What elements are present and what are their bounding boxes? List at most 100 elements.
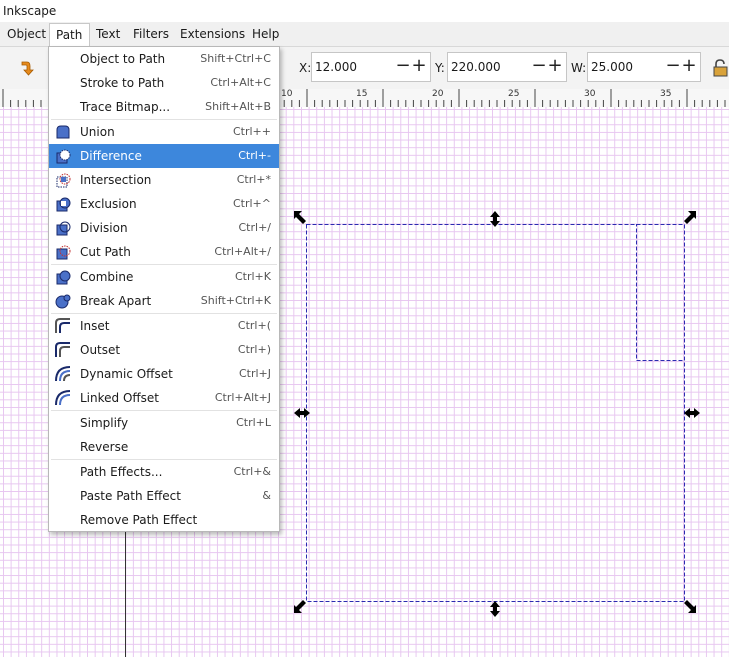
handle-bottom-left[interactable] xyxy=(294,600,306,613)
menu-item-outset[interactable]: Outset Ctrl+) xyxy=(49,338,279,362)
y-spinbox[interactable]: 220.000 − + xyxy=(447,52,567,82)
menu-item-cut-path[interactable]: Cut Path Ctrl+Alt+/ xyxy=(49,240,279,264)
x-label: X: xyxy=(299,61,312,75)
menu-item-stroke-to-path[interactable]: Stroke to Path Ctrl+Alt+C xyxy=(49,71,279,95)
menu-item-linked-offset[interactable]: Linked Offset Ctrl+Alt+J xyxy=(49,386,279,410)
menu-item-shortcut: Ctrl+) xyxy=(237,343,271,356)
ruler-tick-20: 20 xyxy=(432,89,444,99)
menu-item-shortcut: Ctrl+Alt+J xyxy=(214,391,271,404)
w-spinbox[interactable]: 25.000 − + xyxy=(587,52,701,82)
menu-item-shortcut: Ctrl+Alt+C xyxy=(210,76,271,89)
menu-item-shortcut: Ctrl+Alt+/ xyxy=(214,245,271,258)
menu-item-shortcut: Ctrl+- xyxy=(238,149,271,162)
menu-item-path-effects[interactable]: Path Effects... Ctrl+& xyxy=(49,460,279,484)
menu-item-combine[interactable]: Combine Ctrl+K xyxy=(49,265,279,289)
menu-item-reverse[interactable]: Reverse xyxy=(49,435,279,459)
menu-separator xyxy=(51,410,277,411)
scale-handles[interactable] xyxy=(294,211,700,617)
selection-bounding-box xyxy=(306,224,685,602)
outset-icon xyxy=(55,342,71,358)
menu-text[interactable]: Text xyxy=(96,27,120,41)
x-decrement-button[interactable]: − xyxy=(395,57,411,76)
menu-separator xyxy=(51,119,277,120)
menu-item-trace-bitmap[interactable]: Trace Bitmap... Shift+Alt+B xyxy=(49,95,279,119)
menu-item-label: Stroke to Path xyxy=(80,76,165,90)
menu-item-shortcut: Ctrl+K xyxy=(234,270,271,283)
y-increment-button[interactable]: + xyxy=(547,57,563,76)
handle-bottom-middle[interactable] xyxy=(490,601,500,617)
menu-bar: Object Path Text Filters Extensions Help xyxy=(0,22,729,47)
menu-item-shortcut: Shift+Ctrl+K xyxy=(200,294,271,307)
x-spinbox[interactable]: 12.000 − + xyxy=(311,52,431,82)
cut-path-icon xyxy=(55,244,71,260)
menu-item-shortcut: Ctrl++ xyxy=(232,125,271,138)
handle-top-right[interactable] xyxy=(684,211,696,224)
lock-icon[interactable] xyxy=(711,58,729,78)
menu-extensions[interactable]: Extensions xyxy=(180,27,245,41)
w-value[interactable]: 25.000 xyxy=(591,60,633,74)
menu-object[interactable]: Object xyxy=(7,27,46,41)
handle-left-middle[interactable] xyxy=(294,408,310,418)
menu-item-label: Path Effects... xyxy=(80,465,163,479)
menu-item-exclusion[interactable]: Exclusion Ctrl+^ xyxy=(49,192,279,216)
menu-help[interactable]: Help xyxy=(252,27,279,41)
menu-filters[interactable]: Filters xyxy=(133,27,169,41)
menu-item-difference[interactable]: Difference Ctrl+- xyxy=(49,144,279,168)
menu-separator xyxy=(51,459,277,460)
ruler-tick-30: 30 xyxy=(584,89,596,99)
menu-item-label: Remove Path Effect xyxy=(80,513,198,527)
y-decrement-button[interactable]: − xyxy=(531,57,547,76)
x-increment-button[interactable]: + xyxy=(411,57,427,76)
menu-item-simplify[interactable]: Simplify Ctrl+L xyxy=(49,411,279,435)
menu-path[interactable]: Path xyxy=(49,23,91,46)
menu-item-object-to-path[interactable]: Object to Path Shift+Ctrl+C xyxy=(49,47,279,71)
menu-item-label: Combine xyxy=(80,270,134,284)
menu-item-label: Exclusion xyxy=(80,197,137,211)
window-titlebar: Inkscape xyxy=(0,0,729,22)
menu-separator xyxy=(51,264,277,265)
menu-item-shortcut: & xyxy=(262,489,271,502)
menu-item-label: Outset xyxy=(80,343,121,357)
menu-item-shortcut: Ctrl+& xyxy=(233,465,271,478)
menu-item-shortcut: Ctrl+^ xyxy=(232,197,271,210)
menu-item-break-apart[interactable]: Break Apart Shift+Ctrl+K xyxy=(49,289,279,313)
menu-item-intersection[interactable]: Intersection Ctrl+* xyxy=(49,168,279,192)
w-label: W: xyxy=(571,61,587,75)
transform-arrow-icon[interactable] xyxy=(18,59,38,77)
menu-item-paste-path-effect[interactable]: Paste Path Effect & xyxy=(49,484,279,508)
w-decrement-button[interactable]: − xyxy=(665,57,681,76)
ruler-tick-35: 35 xyxy=(660,89,672,99)
ruler-tick-25: 25 xyxy=(508,89,520,99)
menu-item-remove-path-effect[interactable]: Remove Path Effect xyxy=(49,508,279,532)
menu-item-label: Linked Offset xyxy=(80,391,160,405)
y-label: Y: xyxy=(435,61,445,75)
menu-item-label: Paste Path Effect xyxy=(80,489,181,503)
menu-item-division[interactable]: Division Ctrl+/ xyxy=(49,216,279,240)
y-value[interactable]: 220.000 xyxy=(451,60,501,74)
handle-bottom-right[interactable] xyxy=(684,600,696,613)
small-rectangle-object[interactable] xyxy=(636,224,685,361)
menu-item-label: Union xyxy=(80,125,115,139)
exclusion-icon xyxy=(55,196,71,212)
menu-separator xyxy=(51,313,277,314)
w-increment-button[interactable]: + xyxy=(681,57,697,76)
x-value[interactable]: 12.000 xyxy=(315,60,357,74)
menu-item-label: Object to Path xyxy=(80,52,166,66)
menu-item-label: Intersection xyxy=(80,173,152,187)
menu-item-shortcut: Ctrl+/ xyxy=(238,221,272,234)
union-icon xyxy=(55,124,71,140)
menu-item-label: Inset xyxy=(80,319,110,333)
menu-item-shortcut: Ctrl+* xyxy=(236,173,271,186)
ruler-tick-15: 15 xyxy=(356,89,368,99)
handle-top-left[interactable] xyxy=(294,211,306,224)
path-menu-dropdown: Object to Path Shift+Ctrl+C Stroke to Path… xyxy=(48,46,280,532)
menu-item-label: Division xyxy=(80,221,128,235)
menu-item-dynamic-offset[interactable]: Dynamic Offset Ctrl+J xyxy=(49,362,279,386)
menu-item-shortcut: Ctrl+( xyxy=(237,319,271,332)
menu-item-inset[interactable]: Inset Ctrl+( xyxy=(49,314,279,338)
combine-icon xyxy=(55,269,71,285)
dynamic-offset-icon xyxy=(55,366,71,382)
ruler-tick-10: 10 xyxy=(281,89,293,99)
menu-item-union[interactable]: Union Ctrl++ xyxy=(49,120,279,144)
handle-right-middle[interactable] xyxy=(684,408,700,418)
